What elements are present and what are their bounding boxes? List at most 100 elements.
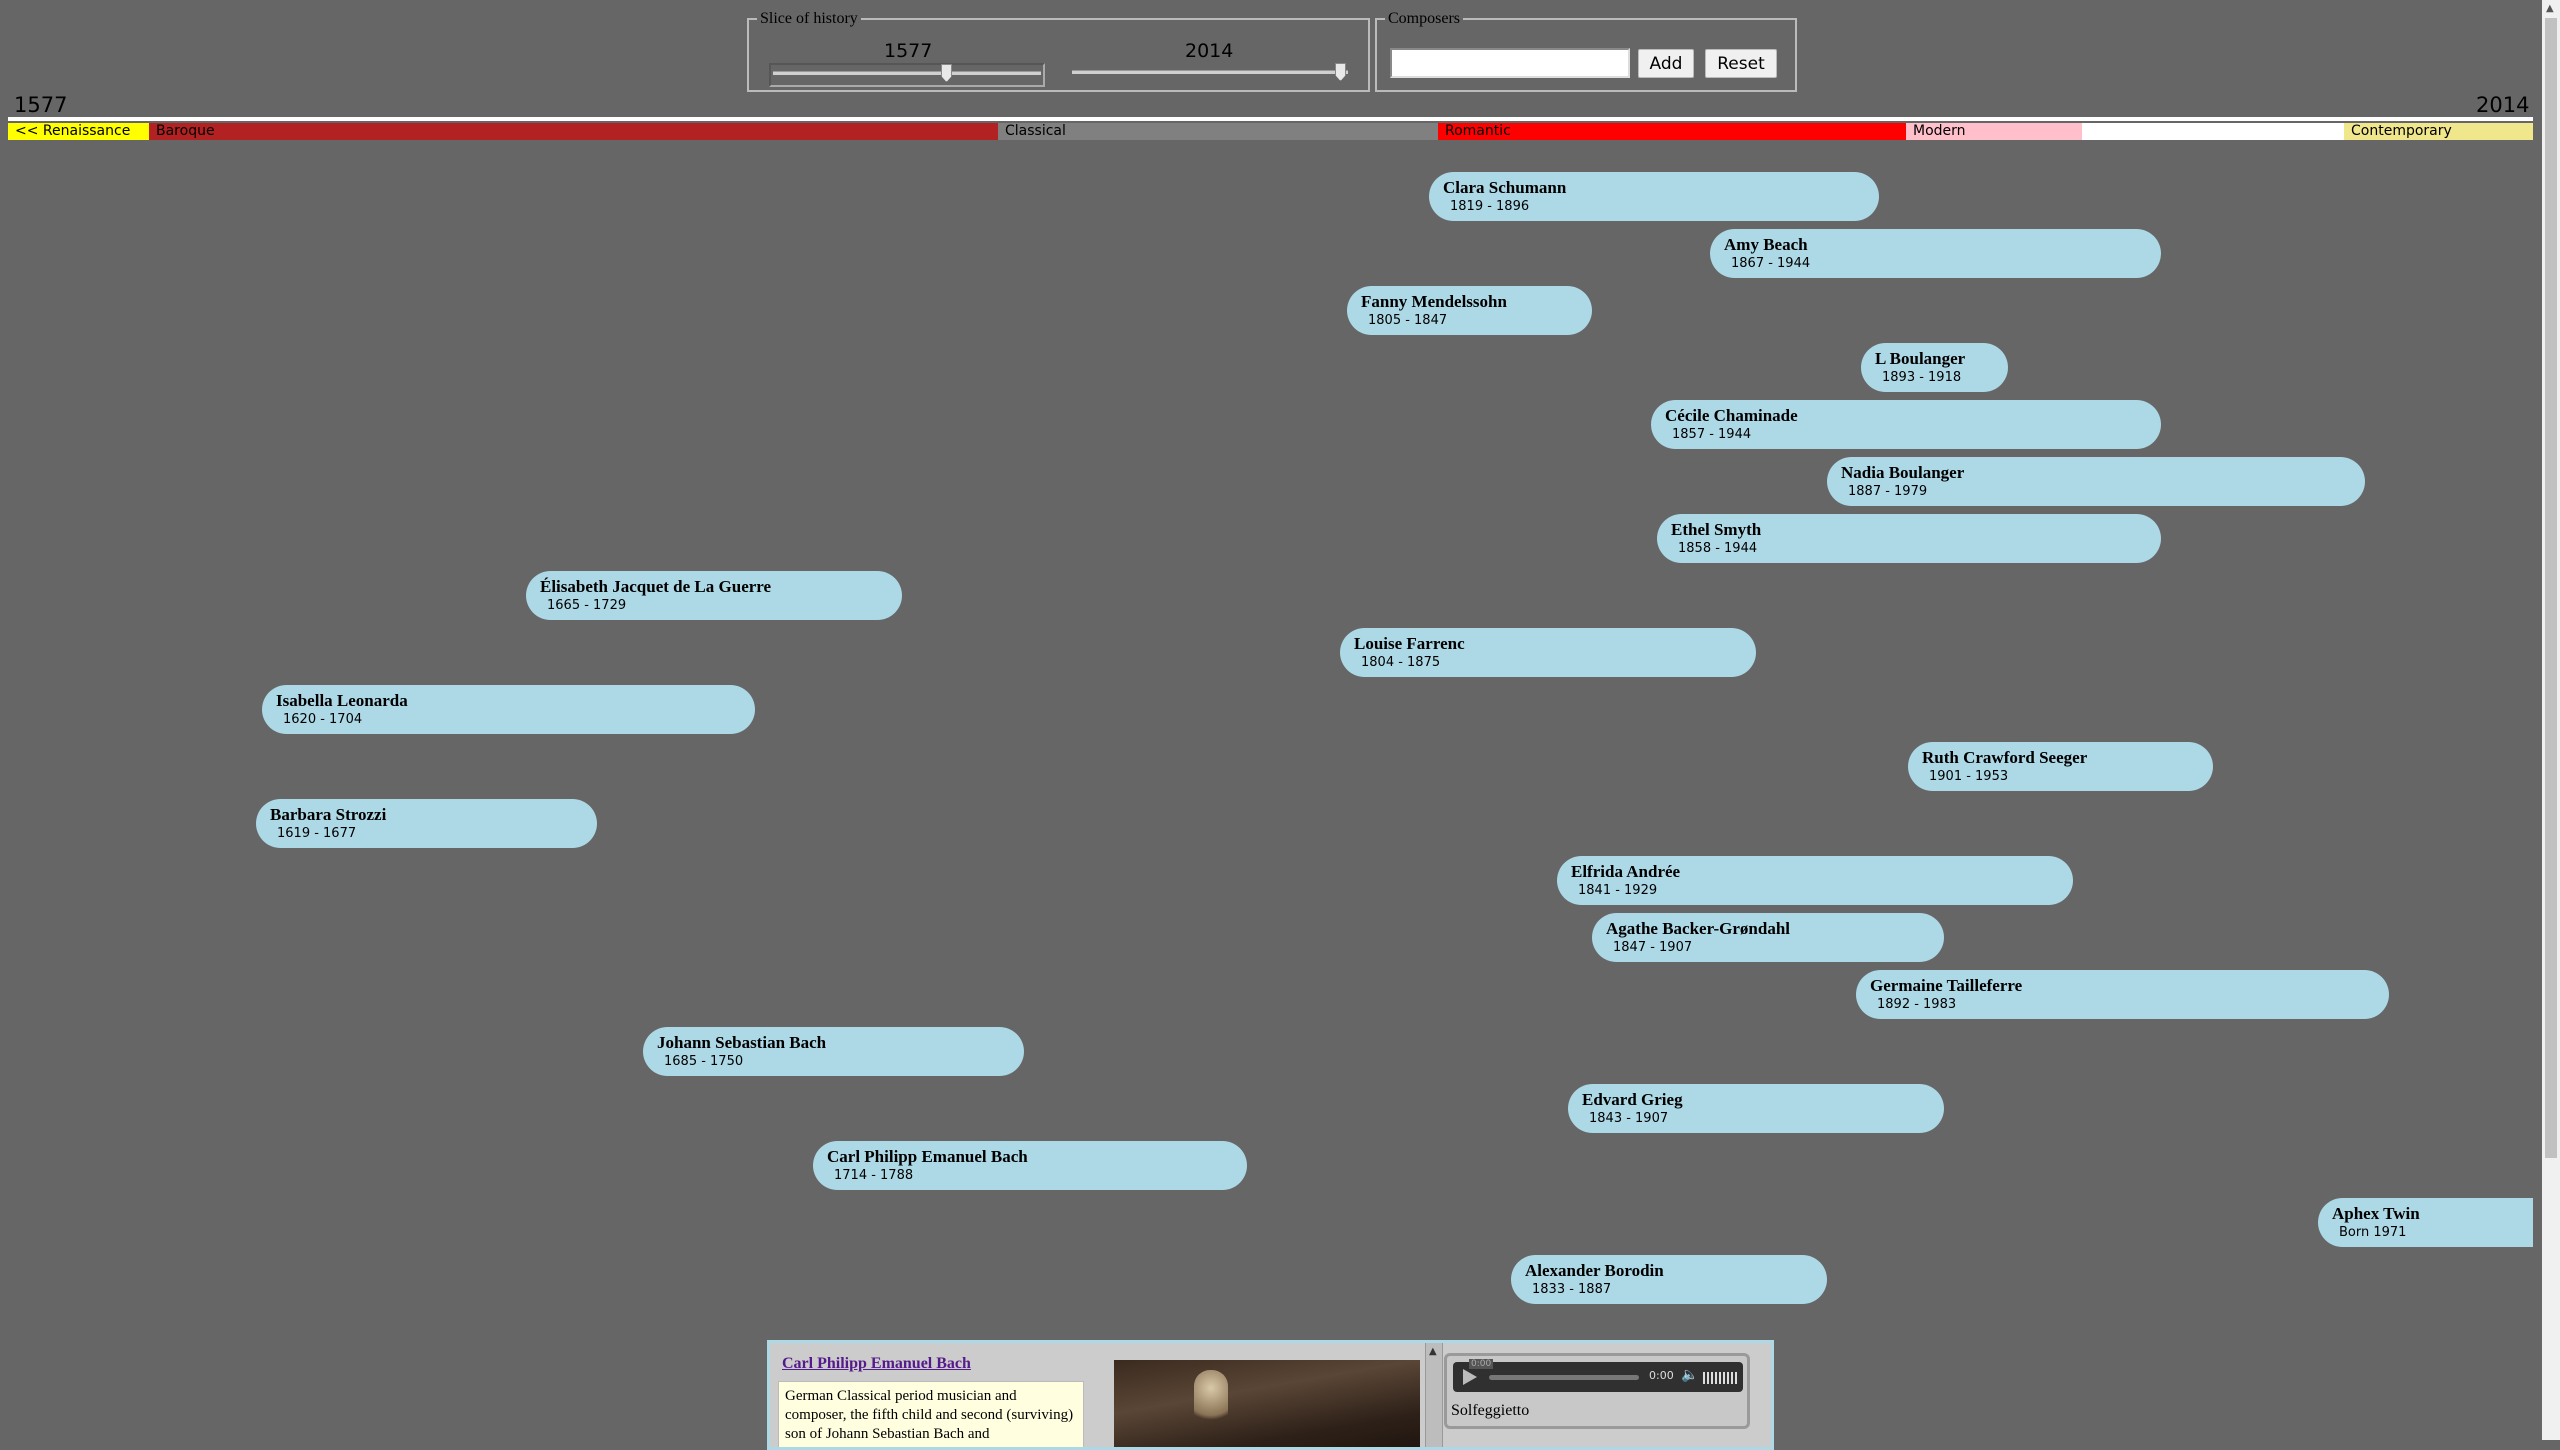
era-bar: << Renaissance Baroque Classical Romanti…: [8, 123, 2533, 140]
start-slider-track: [773, 71, 1041, 75]
composer-name: Barbara Strozzi: [270, 805, 387, 824]
composer-name: Johann Sebastian Bach: [657, 1033, 827, 1052]
composer-pill[interactable]: L Boulanger 1893 - 1918: [1861, 343, 2008, 392]
composer-name: Ethel Smyth: [1671, 520, 1762, 539]
composer-dates: 1805 - 1847: [1368, 313, 1448, 328]
composer-name: Edvard Grieg: [1582, 1090, 1683, 1109]
composer-name: Alexander Borodin: [1525, 1261, 1664, 1280]
info-panel-scrollbar[interactable]: ▲: [1425, 1343, 1443, 1447]
end-slider-handle[interactable]: [1335, 63, 1346, 81]
composer-pill[interactable]: Clara Schumann 1819 - 1896: [1429, 172, 1879, 221]
axis-start-label: 1577: [14, 93, 68, 117]
composer-dates: 1619 - 1677: [277, 826, 357, 841]
composer-pill[interactable]: Ethel Smyth 1858 - 1944: [1657, 514, 2161, 563]
composer-pill[interactable]: Fanny Mendelssohn 1805 - 1847: [1347, 286, 1592, 335]
composer-name: Cécile Chaminade: [1665, 406, 1798, 425]
timeline-axis-line: [8, 117, 2533, 121]
composer-dates: 1819 - 1896: [1450, 199, 1530, 214]
composer-input[interactable]: [1390, 48, 1630, 78]
composer-dates: 1804 - 1875: [1361, 655, 1441, 670]
page-scrollbar[interactable]: ▲: [2542, 0, 2560, 1440]
start-year-slider[interactable]: [769, 63, 1045, 87]
composer-pill[interactable]: Cécile Chaminade 1857 - 1944: [1651, 400, 2161, 449]
start-year-value: 1577: [884, 40, 933, 62]
composer-dates: Born 1971: [2339, 1225, 2407, 1240]
add-button[interactable]: Add: [1638, 49, 1694, 78]
composer-pill[interactable]: Johann Sebastian Bach 1685 - 1750: [643, 1027, 1024, 1076]
composer-name: Isabella Leonarda: [276, 691, 408, 710]
composers-panel: Composers Add Reset: [1375, 10, 1797, 92]
composer-name: L Boulanger: [1875, 349, 1966, 368]
composer-pill[interactable]: Isabella Leonarda 1620 - 1704: [262, 685, 755, 734]
composer-pill[interactable]: Alexander Borodin 1833 - 1887: [1511, 1255, 1827, 1304]
composer-pill[interactable]: Agathe Backer-Grøndahl 1847 - 1907: [1592, 913, 1944, 962]
scroll-up-icon[interactable]: ▲: [2546, 3, 2554, 14]
composer-pill[interactable]: Carl Philipp Emanuel Bach 1714 - 1788: [813, 1141, 1247, 1190]
composer-dates: 1857 - 1944: [1672, 427, 1752, 442]
composer-dates: 1893 - 1918: [1882, 370, 1962, 385]
composer-name: Aphex Twin: [2332, 1204, 2420, 1223]
composer-name: Elfrida Andrée: [1571, 862, 1681, 881]
volume-slider[interactable]: [1703, 1372, 1737, 1384]
composer-name: Nadia Boulanger: [1841, 463, 1965, 482]
era-romantic[interactable]: Romantic: [1438, 123, 1906, 140]
composer-pill[interactable]: Aphex Twin Born 1971: [2318, 1198, 2533, 1247]
composer-name: Agathe Backer-Grøndahl: [1606, 919, 1791, 938]
end-year-value: 2014: [1185, 40, 1234, 62]
composer-dates: 1843 - 1907: [1589, 1111, 1669, 1126]
play-icon[interactable]: [1463, 1369, 1477, 1385]
composer-name: Germaine Tailleferre: [1870, 976, 2023, 995]
composer-info-link[interactable]: Carl Philipp Emanuel Bach: [782, 1355, 971, 1373]
composer-dates: 1620 - 1704: [283, 712, 363, 727]
audio-player[interactable]: 0:00 0:00 🔈: [1453, 1359, 1743, 1392]
era-modern[interactable]: Modern: [1906, 123, 2082, 140]
composer-name: Carl Philipp Emanuel Bach: [827, 1147, 1028, 1166]
slice-of-history-panel: Slice of history 1577 2014: [747, 10, 1370, 92]
audio-elapsed-tooltip: 0:00: [1469, 1359, 1494, 1369]
composer-pill[interactable]: Élisabeth Jacquet de La Guerre 1665 - 17…: [526, 571, 902, 620]
composer-pill[interactable]: Nadia Boulanger 1887 - 1979: [1827, 457, 2365, 506]
era-contemporary[interactable]: Contemporary: [2344, 123, 2533, 140]
composer-name: Fanny Mendelssohn: [1361, 292, 1507, 311]
end-slider-track: [1072, 70, 1348, 74]
audio-time: 0:00: [1649, 1369, 1674, 1382]
composer-dates: 1685 - 1750: [664, 1054, 744, 1069]
composer-dates: 1665 - 1729: [547, 598, 627, 613]
composer-pill[interactable]: Edvard Grieg 1843 - 1907: [1568, 1084, 1944, 1133]
composer-dates: 1858 - 1944: [1678, 541, 1758, 556]
composer-pill[interactable]: Ruth Crawford Seeger 1901 - 1953: [1908, 742, 2213, 791]
composer-dates: 1887 - 1979: [1848, 484, 1928, 499]
era-classical[interactable]: Classical: [998, 123, 1438, 140]
era-renaissance[interactable]: << Renaissance: [8, 123, 149, 140]
composer-portrait: [1114, 1360, 1420, 1447]
composer-name: Amy Beach: [1724, 235, 1808, 254]
axis-end-label: 2014: [2476, 93, 2530, 117]
composer-name: Louise Farrenc: [1354, 634, 1465, 653]
composer-pill[interactable]: Germaine Tailleferre 1892 - 1983: [1856, 970, 2389, 1019]
start-slider-handle[interactable]: [941, 64, 952, 82]
composer-dates: 1833 - 1887: [1532, 1282, 1612, 1297]
composer-pill[interactable]: Amy Beach 1867 - 1944: [1710, 229, 2161, 278]
slice-legend: Slice of history: [760, 10, 858, 27]
reset-button[interactable]: Reset: [1705, 49, 1777, 78]
scroll-up-arrow-icon[interactable]: ▲: [1429, 1346, 1437, 1357]
composer-dates: 1841 - 1929: [1578, 883, 1658, 898]
composer-dates: 1847 - 1907: [1613, 940, 1693, 955]
composers-legend: Composers: [1388, 10, 1460, 27]
composer-name: Ruth Crawford Seeger: [1922, 748, 2088, 767]
audio-progress-bar[interactable]: [1489, 1375, 1639, 1380]
composer-dates: 1892 - 1983: [1877, 997, 1957, 1012]
composer-pill[interactable]: Barbara Strozzi 1619 - 1677: [256, 799, 597, 848]
composer-name: Élisabeth Jacquet de La Guerre: [540, 577, 772, 596]
era-baroque[interactable]: Baroque: [149, 123, 998, 140]
composer-info-panel: Carl Philipp Emanuel Bach German Classic…: [767, 1340, 1774, 1450]
composer-dates: 1901 - 1953: [1929, 769, 2009, 784]
audio-player-box: 0:00 0:00 🔈 Solfeggietto: [1444, 1353, 1750, 1429]
scrollbar-thumb[interactable]: [2545, 18, 2557, 1158]
composer-name: Clara Schumann: [1443, 178, 1567, 197]
composer-dates: 1714 - 1788: [834, 1168, 914, 1183]
composer-pill[interactable]: Elfrida Andrée 1841 - 1929: [1557, 856, 2073, 905]
composer-pill[interactable]: Louise Farrenc 1804 - 1875: [1340, 628, 1756, 677]
volume-icon[interactable]: 🔈: [1681, 1367, 1698, 1383]
track-name: Solfeggietto: [1451, 1402, 1530, 1419]
